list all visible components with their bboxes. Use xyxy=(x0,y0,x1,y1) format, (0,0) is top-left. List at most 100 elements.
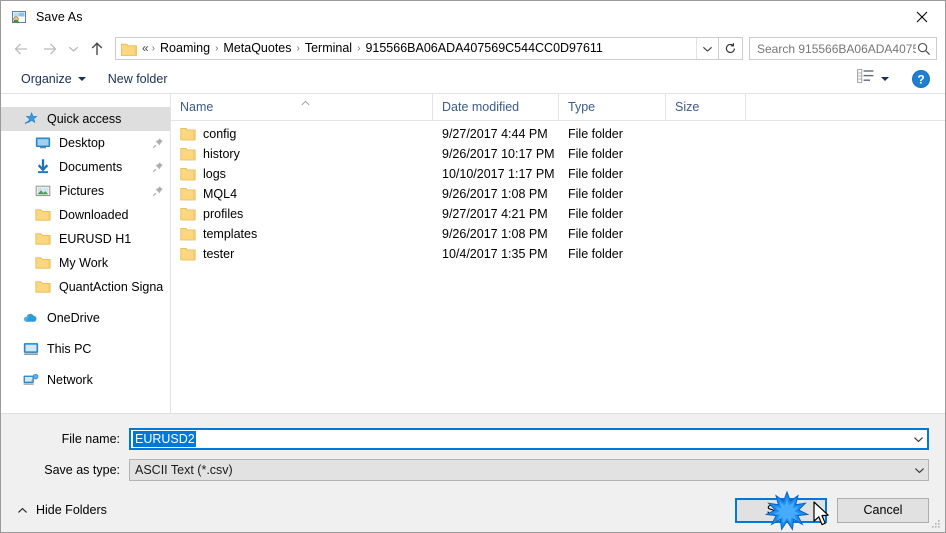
close-button[interactable] xyxy=(899,1,945,32)
thispc-icon xyxy=(23,341,39,357)
back-button[interactable] xyxy=(7,36,35,62)
recent-locations-button[interactable] xyxy=(63,36,83,62)
arrow-right-icon xyxy=(43,43,56,54)
search-input[interactable]: Search 915566BA06ADA40756... xyxy=(749,37,937,60)
folder-icon xyxy=(180,247,196,261)
file-date: 9/27/2017 4:21 PM xyxy=(442,207,548,221)
file-type: File folder xyxy=(568,227,623,241)
sort-ascending-icon xyxy=(301,95,310,106)
folder-icon xyxy=(180,227,196,241)
save-button[interactable]: Save xyxy=(735,497,827,523)
table-row[interactable]: profiles 9/27/2017 4:21 PM File folder xyxy=(171,204,945,224)
sidebar-item-quick-access[interactable]: Quick access xyxy=(1,107,170,131)
organize-label: Organize xyxy=(21,71,72,86)
help-button[interactable]: ? xyxy=(911,69,931,89)
column-header-name[interactable]: Name xyxy=(171,94,433,120)
filetype-dropdown-button[interactable] xyxy=(911,467,928,474)
file-name-cell: templates xyxy=(171,227,433,241)
sidebar-item-documents[interactable]: Documents xyxy=(1,155,170,179)
sidebar-item-label: EURUSD H1 xyxy=(59,232,132,246)
file-type: File folder xyxy=(568,127,623,141)
sidebar-item-label: QuantAction Signal xyxy=(59,280,164,294)
filename-input[interactable]: EURUSD2 xyxy=(129,428,929,450)
file-name-cell: config xyxy=(171,127,433,141)
file-name-cell: profiles xyxy=(171,207,433,221)
sidebar-item-this-pc[interactable]: This PC xyxy=(1,337,170,361)
file-name-cell: history xyxy=(171,147,433,161)
breadcrumb-item-3[interactable]: 915566BA06ADA407569C544CC0D97611 xyxy=(361,38,606,59)
up-button[interactable] xyxy=(83,36,111,62)
sidebar-item-downloaded[interactable]: Downloaded xyxy=(1,203,170,227)
address-bar[interactable]: « › Roaming › MetaQuotes › Terminal › 91… xyxy=(115,37,719,60)
table-row[interactable]: logs 10/10/2017 1:17 PM File folder xyxy=(171,164,945,184)
sidebar-item-eurusd-h1[interactable]: EURUSD H1 xyxy=(1,227,170,251)
sidebar-item-desktop[interactable]: Desktop xyxy=(1,131,170,155)
file-type: File folder xyxy=(568,167,623,181)
cancel-button[interactable]: Cancel xyxy=(837,497,929,523)
dialog-footer: Hide Folders Save Cancel xyxy=(1,488,945,532)
column-header-date-modified[interactable]: Date modified xyxy=(433,94,559,120)
sidebar-item-my-work[interactable]: My Work xyxy=(1,251,170,275)
star-icon xyxy=(23,111,39,127)
change-view-button[interactable] xyxy=(853,66,893,91)
file-date: 10/4/2017 1:35 PM xyxy=(442,247,548,261)
sidebar-item-quantaction-signal[interactable]: QuantAction Signal xyxy=(1,275,170,299)
file-name: config xyxy=(203,127,237,141)
filename-value: EURUSD2 xyxy=(133,431,196,447)
sidebar-item-label: OneDrive xyxy=(47,311,100,325)
sidebar-item-pictures[interactable]: Pictures xyxy=(1,179,170,203)
command-bar-right: ? xyxy=(853,66,935,91)
file-name: templates xyxy=(203,227,258,241)
search-icon xyxy=(916,41,932,57)
dialog-body: Quick access Desktop Documents Pictures … xyxy=(1,94,945,413)
resize-grip-icon[interactable] xyxy=(929,517,942,530)
filename-label: File name: xyxy=(61,432,120,446)
file-rows: config 9/27/2017 4:44 PM File folder his… xyxy=(171,121,945,413)
sidebar-item-onedrive[interactable]: OneDrive xyxy=(1,306,170,330)
file-list-pane: Name Date modified Type Size config 9/27… xyxy=(171,94,945,413)
sidebar-item-label: Desktop xyxy=(59,136,105,150)
chevron-up-icon xyxy=(17,503,28,517)
help-icon: ? xyxy=(912,69,930,88)
onedrive-icon xyxy=(23,310,39,326)
table-row[interactable]: config 9/27/2017 4:44 PM File folder xyxy=(171,124,945,144)
refresh-icon xyxy=(725,43,735,53)
table-row[interactable]: templates 9/26/2017 1:08 PM File folder xyxy=(171,224,945,244)
refresh-button[interactable] xyxy=(719,37,743,60)
chevron-down-icon xyxy=(914,467,925,473)
filetype-value: ASCII Text (*.csv) xyxy=(135,463,233,477)
column-header-filler xyxy=(746,94,945,120)
column-headers: Name Date modified Type Size xyxy=(171,94,945,121)
file-date: 10/10/2017 1:17 PM xyxy=(442,167,555,181)
folder-icon xyxy=(121,42,137,56)
folder-icon xyxy=(35,207,51,223)
column-header-type[interactable]: Type xyxy=(559,94,666,120)
breadcrumb-item-2[interactable]: Terminal xyxy=(301,38,356,59)
table-row[interactable]: history 9/26/2017 10:17 PM File folder xyxy=(171,144,945,164)
breadcrumb-item-1[interactable]: MetaQuotes xyxy=(219,38,295,59)
arrow-left-icon xyxy=(14,43,27,54)
folder-icon xyxy=(180,167,196,181)
organize-button[interactable]: Organize xyxy=(15,69,92,89)
table-row[interactable]: MQL4 9/26/2017 1:08 PM File folder xyxy=(171,184,945,204)
cancel-label: Cancel xyxy=(863,503,903,517)
new-folder-button[interactable]: New folder xyxy=(102,69,174,89)
pin-icon xyxy=(152,137,164,149)
breadcrumb-overflow[interactable]: « xyxy=(139,38,151,59)
file-name-cell: MQL4 xyxy=(171,187,433,201)
file-name: profiles xyxy=(203,207,244,221)
column-header-size[interactable]: Size xyxy=(666,94,746,120)
breadcrumb-item-0[interactable]: Roaming xyxy=(156,38,214,59)
table-row[interactable]: tester 10/4/2017 1:35 PM File folder xyxy=(171,244,945,264)
sidebar-item-network[interactable]: Network xyxy=(1,368,170,392)
file-name: MQL4 xyxy=(203,187,238,201)
folder-icon xyxy=(35,255,51,271)
address-dropdown-button[interactable] xyxy=(696,38,718,59)
file-type: File folder xyxy=(568,207,623,221)
hide-folders-button[interactable]: Hide Folders xyxy=(11,499,113,521)
forward-button[interactable] xyxy=(35,36,63,62)
file-date: 9/27/2017 4:44 PM xyxy=(442,127,548,141)
filetype-select[interactable]: ASCII Text (*.csv) xyxy=(129,459,929,481)
breadcrumb: « › Roaming › MetaQuotes › Terminal › 91… xyxy=(139,38,696,59)
filename-dropdown-button[interactable] xyxy=(910,436,927,443)
